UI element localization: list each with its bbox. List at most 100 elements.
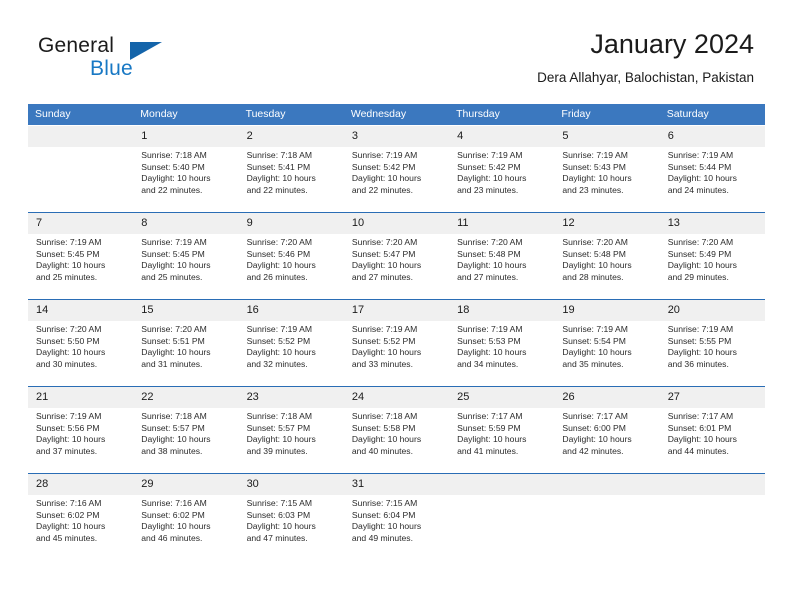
sunset-text: Sunset: 5:49 PM bbox=[667, 248, 732, 259]
day-details: Sunrise: 7:17 AM Sunset: 6:01 PM Daylight:… bbox=[668, 411, 759, 457]
day-details-cell[interactable]: Sunrise: 7:18 AM Sunset: 5:58 PM Daylight:… bbox=[343, 408, 450, 473]
daylight-text-line2: and 40 minutes. bbox=[351, 445, 413, 456]
day-details-cell[interactable]: Sunrise: 7:19 AM Sunset: 5:52 PM Daylight:… bbox=[343, 321, 450, 386]
day-details: Sunrise: 7:16 AM Sunset: 6:02 PM Daylight:… bbox=[36, 498, 127, 544]
day-details-cell[interactable]: Sunrise: 7:20 AM Sunset: 5:50 PM Daylight:… bbox=[28, 321, 134, 386]
day-number-cell[interactable]: 3 bbox=[343, 126, 450, 147]
sunset-text: Sunset: 5:43 PM bbox=[562, 161, 626, 172]
day-details-cell[interactable]: Sunrise: 7:15 AM Sunset: 6:03 PM Daylight:… bbox=[238, 495, 344, 560]
day-number-cell[interactable]: 26 bbox=[554, 387, 660, 408]
sunrise-text: Sunrise: 7:19 AM bbox=[457, 150, 523, 160]
day-number-cell[interactable]: 12 bbox=[554, 213, 660, 234]
day-details-cell[interactable]: Sunrise: 7:20 AM Sunset: 5:48 PM Daylight:… bbox=[554, 234, 660, 299]
logo-text-general: General bbox=[38, 34, 115, 57]
sunset-text: Sunset: 6:02 PM bbox=[141, 509, 205, 520]
weekday-header-saturday: Saturday bbox=[659, 104, 765, 125]
day-number-cell[interactable]: 13 bbox=[659, 213, 765, 234]
sunrise-text: Sunrise: 7:17 AM bbox=[562, 411, 628, 421]
sunset-text: Sunset: 5:45 PM bbox=[36, 248, 100, 259]
day-number-cell[interactable]: 4 bbox=[449, 126, 555, 147]
day-details-cell[interactable]: Sunrise: 7:16 AM Sunset: 6:02 PM Daylight:… bbox=[28, 495, 134, 560]
day-number-cell[interactable]: 30 bbox=[238, 474, 344, 495]
day-number-cell[interactable]: 31 bbox=[343, 474, 450, 495]
day-details-cell[interactable]: Sunrise: 7:18 AM Sunset: 5:57 PM Daylight:… bbox=[238, 408, 344, 473]
day-number-cell[interactable]: 27 bbox=[659, 387, 765, 408]
daylight-text-line1: Daylight: 10 hours bbox=[457, 173, 527, 184]
sunrise-text: Sunrise: 7:20 AM bbox=[667, 237, 734, 247]
day-details-cell[interactable]: Sunrise: 7:19 AM Sunset: 5:43 PM Daylight:… bbox=[554, 147, 660, 212]
day-number-cell[interactable]: 20 bbox=[659, 300, 765, 321]
day-details-cell[interactable]: Sunrise: 7:18 AM Sunset: 5:57 PM Daylight:… bbox=[133, 408, 239, 473]
daylight-text-line1: Daylight: 10 hours bbox=[246, 347, 316, 358]
day-details-cell[interactable]: Sunrise: 7:17 AM Sunset: 5:59 PM Daylight:… bbox=[449, 408, 555, 473]
day-number-cell[interactable]: 21 bbox=[28, 387, 134, 408]
daylight-text-line1: Daylight: 10 hours bbox=[667, 173, 737, 184]
day-number-cell[interactable]: 11 bbox=[449, 213, 555, 234]
day-details-cell[interactable]: Sunrise: 7:20 AM Sunset: 5:51 PM Daylight:… bbox=[133, 321, 239, 386]
day-number-cell[interactable]: 28 bbox=[28, 474, 134, 495]
daylight-text-line1: Daylight: 10 hours bbox=[667, 434, 737, 445]
sunset-text: Sunset: 5:46 PM bbox=[246, 248, 311, 259]
day-details-cell[interactable]: Sunrise: 7:20 AM Sunset: 5:47 PM Daylight:… bbox=[343, 234, 450, 299]
sunset-text: Sunset: 5:45 PM bbox=[141, 248, 205, 259]
day-number-cell[interactable]: 22 bbox=[133, 387, 239, 408]
day-details-cell[interactable]: Sunrise: 7:19 AM Sunset: 5:44 PM Daylight:… bbox=[659, 147, 765, 212]
day-number-cell[interactable]: 15 bbox=[133, 300, 239, 321]
day-details-cell[interactable]: Sunrise: 7:15 AM Sunset: 6:04 PM Daylight:… bbox=[343, 495, 450, 560]
day-details-cell[interactable]: Sunrise: 7:17 AM Sunset: 6:00 PM Daylight:… bbox=[554, 408, 660, 473]
day-details-cell[interactable]: Sunrise: 7:19 AM Sunset: 5:45 PM Daylight:… bbox=[28, 234, 134, 299]
day-details-cell[interactable]: Sunrise: 7:19 AM Sunset: 5:42 PM Daylight:… bbox=[343, 147, 450, 212]
week-date-numbers-row: 28 29 30 31 bbox=[28, 474, 765, 495]
day-details-cell[interactable]: Sunrise: 7:19 AM Sunset: 5:42 PM Daylight:… bbox=[449, 147, 555, 212]
day-number-cell[interactable]: 2 bbox=[238, 126, 344, 147]
day-number-cell[interactable]: 25 bbox=[449, 387, 555, 408]
day-details: Sunrise: 7:20 AM Sunset: 5:48 PM Daylight:… bbox=[562, 237, 653, 283]
day-number-cell[interactable]: 9 bbox=[238, 213, 344, 234]
sunset-text: Sunset: 5:56 PM bbox=[36, 422, 100, 433]
daylight-text-line1: Daylight: 10 hours bbox=[562, 347, 632, 358]
day-number-cell[interactable]: 14 bbox=[28, 300, 134, 321]
day-number-cell[interactable]: 17 bbox=[343, 300, 450, 321]
day-number-cell[interactable]: 5 bbox=[554, 126, 660, 147]
day-number-cell[interactable]: 29 bbox=[133, 474, 239, 495]
day-number-cell[interactable]: 10 bbox=[343, 213, 450, 234]
day-details-cell[interactable]: Sunrise: 7:20 AM Sunset: 5:48 PM Daylight:… bbox=[449, 234, 555, 299]
weekday-header-sunday: Sunday bbox=[28, 104, 134, 125]
page-title: January 2024 bbox=[590, 29, 754, 59]
weekday-header-friday: Friday bbox=[554, 104, 660, 125]
day-number-cell[interactable]: 19 bbox=[554, 300, 660, 321]
daylight-text-line1: Daylight: 10 hours bbox=[141, 434, 211, 445]
day-number-cell[interactable]: 7 bbox=[28, 213, 134, 234]
day-details-cell-empty bbox=[28, 147, 134, 212]
sunset-text: Sunset: 6:03 PM bbox=[246, 509, 311, 520]
day-details: Sunrise: 7:19 AM Sunset: 5:54 PM Daylight:… bbox=[562, 324, 653, 370]
calendar-table: Sunday Monday Tuesday Wednesday Thursday… bbox=[28, 104, 765, 560]
day-details-cell[interactable]: Sunrise: 7:20 AM Sunset: 5:46 PM Daylight:… bbox=[238, 234, 344, 299]
day-number-cell[interactable]: 24 bbox=[343, 387, 450, 408]
calendar-page: General Blue January 2024 Dera Allahyar,… bbox=[0, 0, 792, 612]
day-details-cell[interactable]: Sunrise: 7:19 AM Sunset: 5:53 PM Daylight:… bbox=[449, 321, 555, 386]
day-details-cell-empty bbox=[554, 495, 660, 560]
day-details-cell[interactable]: Sunrise: 7:19 AM Sunset: 5:55 PM Daylight:… bbox=[659, 321, 765, 386]
daylight-text-line2: and 39 minutes. bbox=[246, 445, 308, 456]
day-details-cell[interactable]: Sunrise: 7:19 AM Sunset: 5:45 PM Daylight:… bbox=[133, 234, 239, 299]
weekday-header-tuesday: Tuesday bbox=[238, 104, 344, 125]
day-details-cell[interactable]: Sunrise: 7:16 AM Sunset: 6:02 PM Daylight:… bbox=[133, 495, 239, 560]
week-date-numbers-row: 21 22 23 24 25 26 27 bbox=[28, 387, 765, 408]
day-details-cell[interactable]: Sunrise: 7:19 AM Sunset: 5:56 PM Daylight:… bbox=[28, 408, 134, 473]
day-details-cell[interactable]: Sunrise: 7:19 AM Sunset: 5:52 PM Daylight:… bbox=[238, 321, 344, 386]
day-number-cell[interactable]: 6 bbox=[659, 126, 765, 147]
day-number-cell[interactable]: 23 bbox=[238, 387, 344, 408]
day-number-cell[interactable]: 1 bbox=[133, 126, 239, 147]
daylight-text-line2: and 27 minutes. bbox=[351, 271, 413, 282]
day-details: Sunrise: 7:17 AM Sunset: 6:00 PM Daylight:… bbox=[562, 411, 653, 457]
day-number-cell[interactable]: 16 bbox=[238, 300, 344, 321]
daylight-text-line1: Daylight: 10 hours bbox=[562, 260, 632, 271]
day-details-cell[interactable]: Sunrise: 7:18 AM Sunset: 5:41 PM Daylight:… bbox=[238, 147, 344, 212]
day-details-cell[interactable]: Sunrise: 7:17 AM Sunset: 6:01 PM Daylight:… bbox=[659, 408, 765, 473]
day-details-cell[interactable]: Sunrise: 7:20 AM Sunset: 5:49 PM Daylight:… bbox=[659, 234, 765, 299]
day-number-cell[interactable]: 8 bbox=[133, 213, 239, 234]
day-details-cell[interactable]: Sunrise: 7:18 AM Sunset: 5:40 PM Daylight:… bbox=[133, 147, 239, 212]
day-details-cell[interactable]: Sunrise: 7:19 AM Sunset: 5:54 PM Daylight:… bbox=[554, 321, 660, 386]
day-number-cell[interactable]: 18 bbox=[449, 300, 555, 321]
